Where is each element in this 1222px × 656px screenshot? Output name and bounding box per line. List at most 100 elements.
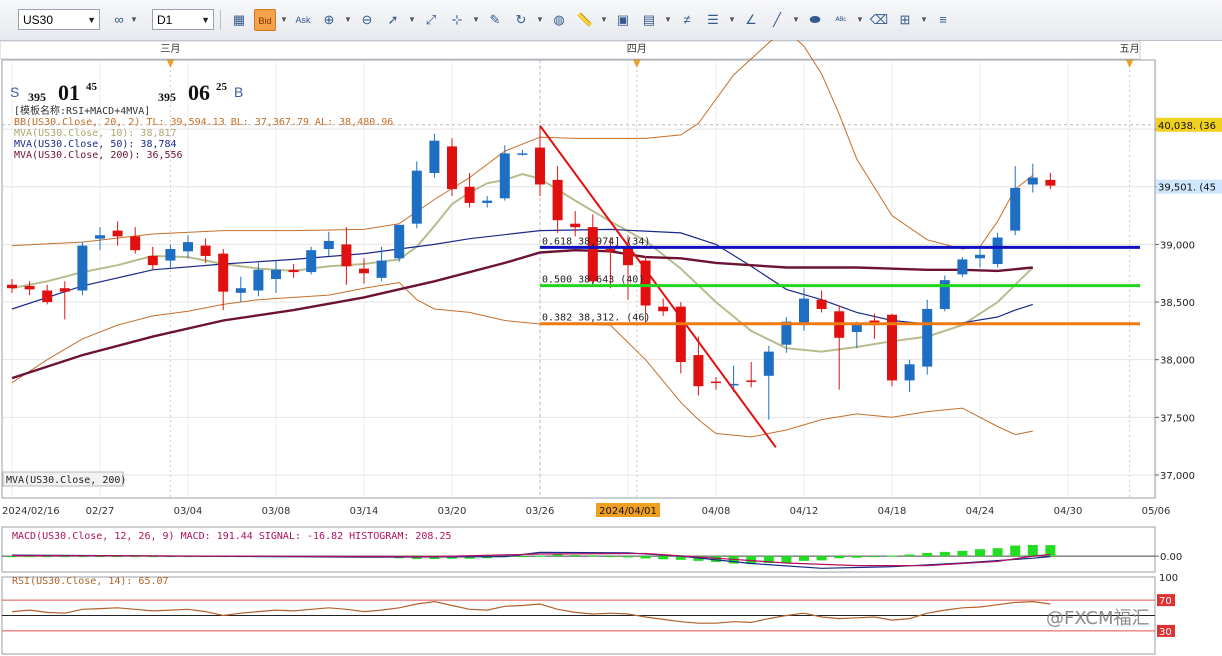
macd-histogram-bar — [851, 556, 862, 558]
candle-body — [957, 259, 968, 275]
candle-body — [429, 140, 440, 173]
candle-body — [904, 364, 915, 381]
macd-histogram-bar — [1027, 545, 1038, 557]
candle-body — [570, 223, 581, 228]
crosshair-button[interactable]: ⊹ — [446, 9, 468, 31]
candle-body — [587, 227, 598, 282]
macd-histogram-bar — [623, 556, 633, 558]
zoom-out-button[interactable]: ⊖ — [356, 9, 378, 31]
candle-body — [376, 260, 387, 278]
pattern-button[interactable]: ≠ — [676, 9, 698, 31]
fib-level-label: 0.500 38,643 (40) — [542, 275, 644, 286]
bid-button[interactable]: Bid — [254, 9, 276, 31]
chevron-down-icon[interactable]: ▼ — [472, 9, 480, 31]
chevron-down-icon[interactable]: ▼ — [536, 9, 544, 31]
lines-button[interactable]: ☰ — [702, 9, 724, 31]
date-label: 04/24 — [966, 506, 995, 517]
macd-label: MACD(US30.Close, 12, 26, 9) MACD: 191.44… — [12, 531, 452, 542]
candle-body — [816, 299, 827, 309]
candle-body — [341, 244, 352, 267]
month-label: 四月 — [627, 43, 647, 55]
chevron-down-icon[interactable]: ▼ — [130, 9, 138, 31]
sell-price-sup: 45 — [86, 81, 97, 93]
toolbar-divider — [220, 10, 221, 30]
angle-button[interactable]: ∠ — [740, 9, 762, 31]
macd-histogram-bar — [640, 556, 651, 559]
chevron-down-icon: ▼ — [201, 15, 210, 25]
date-label: 03/04 — [174, 506, 203, 517]
text-button[interactable]: ᴬᴮᶜ — [830, 9, 852, 31]
chevron-down-icon[interactable]: ▼ — [856, 9, 864, 31]
fib-level-label: 0.618 38,974] (34) — [542, 236, 650, 247]
image-button[interactable]: ▣ — [612, 9, 634, 31]
ruler-button[interactable]: 📏 — [574, 9, 596, 31]
y-tick-label: 39,000 — [1160, 240, 1195, 251]
refresh-button[interactable]: ↻ — [510, 9, 532, 31]
macd-histogram-bar — [535, 555, 545, 557]
chevron-down-icon[interactable]: ▼ — [408, 9, 416, 31]
chevron-down-icon[interactable]: ▼ — [664, 9, 672, 31]
y-tick-label: 38,500 — [1160, 298, 1195, 309]
candle-body — [517, 153, 528, 155]
chart-toolbar: US30 ▼ ∞ ▼ D1 ▼ ▦ Bid ▼ Ask ⊕ ▼ ⊖ ➚ ▼ ⤢ ⊹ ▼ ✎ ↻ ▼ ◍ 📏 ▼ ▣ ▤… — [0, 0, 1222, 41]
rsi-tick-label: 100 — [1159, 573, 1178, 584]
symbol-select[interactable]: US30 ▼ — [18, 9, 100, 30]
candle-body — [464, 186, 475, 203]
zoom-in-button[interactable]: ⊕ — [318, 9, 340, 31]
timeframe-select[interactable]: D1 ▼ — [152, 9, 214, 30]
chevron-down-icon[interactable]: ▼ — [600, 9, 608, 31]
candle-body — [1010, 187, 1021, 231]
chevron-down-icon[interactable]: ▼ — [728, 9, 736, 31]
buy-label: B — [234, 84, 244, 100]
pen-button[interactable]: ╱ — [766, 9, 788, 31]
macd-histogram-bar — [957, 550, 968, 557]
legend-mva10: MVA(US30.Close, 10): 38,817 — [14, 128, 177, 139]
chevron-down-icon[interactable]: ▼ — [344, 9, 352, 31]
candle-body — [218, 253, 229, 292]
candle-body — [799, 298, 809, 326]
cursor-button[interactable]: ➚ — [382, 9, 404, 31]
ask-button[interactable]: Ask — [292, 9, 314, 31]
macd-histogram-bar — [517, 556, 528, 558]
link-chain-icon[interactable]: ∞ — [108, 9, 130, 31]
watermark: @FXCM福汇 — [1046, 608, 1150, 629]
candle-body — [658, 306, 669, 312]
candle-body — [482, 200, 493, 203]
template-button[interactable]: ▤ — [638, 9, 660, 31]
candle-body — [693, 355, 704, 387]
candle-body — [7, 284, 17, 289]
chevron-down-icon[interactable]: ▼ — [920, 9, 928, 31]
chevron-down-icon[interactable]: ▼ — [792, 9, 800, 31]
chart-type-button[interactable]: ▦ — [228, 9, 250, 31]
date-label: 2024/04/01 — [599, 506, 657, 517]
macd-histogram-bar — [781, 556, 792, 563]
date-label: 04/08 — [702, 506, 731, 517]
macd-histogram-bar — [834, 556, 845, 559]
eraser-button[interactable]: ⌫ — [868, 9, 890, 31]
price-tag-label: 40,038. (36 — [1158, 121, 1216, 132]
date-label: 04/12 — [790, 506, 819, 517]
candle-body — [77, 245, 88, 291]
candle-body — [711, 381, 721, 384]
macd-histogram-bar — [605, 556, 616, 558]
macd-histogram-bar — [869, 556, 880, 558]
buy-price-sup: 25 — [216, 81, 227, 93]
candle-body — [323, 240, 334, 250]
tree-button[interactable]: ⊞ — [894, 9, 916, 31]
candle-body — [992, 237, 1003, 265]
shape-button[interactable]: ⬬ — [804, 9, 826, 31]
macd-histogram-bar — [24, 556, 35, 558]
chevron-down-icon[interactable]: ▼ — [280, 9, 288, 31]
candle-body — [605, 249, 616, 252]
edit-button[interactable]: ✎ — [484, 9, 506, 31]
timeframe-value: D1 — [157, 13, 173, 27]
legend-mva200: MVA(US30.Close, 200): 36,556 — [14, 150, 183, 161]
candle-body — [975, 254, 985, 259]
menu-button[interactable]: ≡ — [932, 9, 954, 31]
candle-body — [24, 285, 35, 290]
candle-body — [42, 290, 53, 303]
globe-button[interactable]: ◍ — [548, 9, 570, 31]
macd-histogram-bar — [939, 551, 950, 557]
macd-histogram-bar — [552, 554, 563, 557]
fit-button[interactable]: ⤢ — [420, 9, 442, 31]
